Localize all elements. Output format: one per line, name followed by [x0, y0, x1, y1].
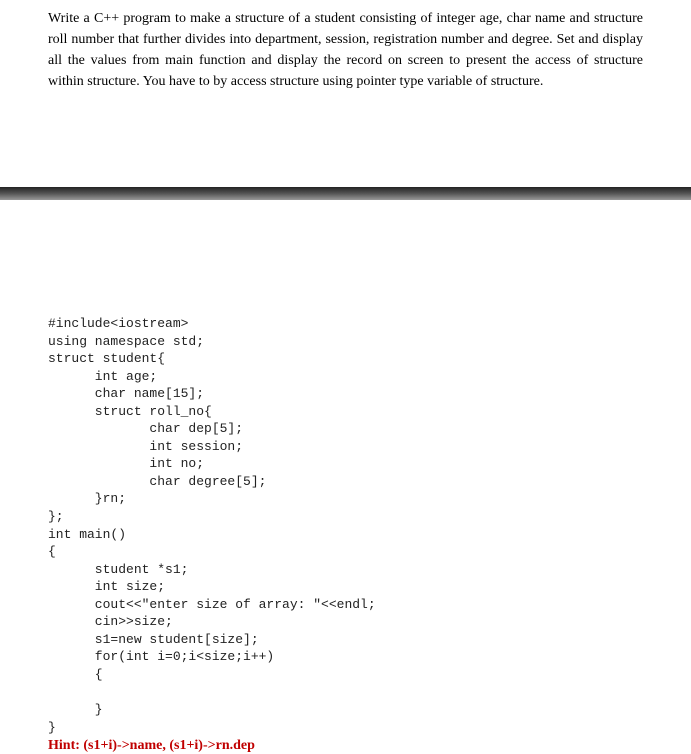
question-paragraph: Write a C++ program to make a structure … — [48, 8, 643, 92]
question-section: Write a C++ program to make a structure … — [0, 0, 691, 92]
hint-text: Hint: (s1+i)->name, (s1+i)->rn.dep — [48, 738, 643, 754]
code-block: #include<iostream> using namespace std; … — [48, 315, 643, 736]
code-section: #include<iostream> using namespace std; … — [0, 200, 691, 754]
section-divider — [0, 187, 691, 200]
